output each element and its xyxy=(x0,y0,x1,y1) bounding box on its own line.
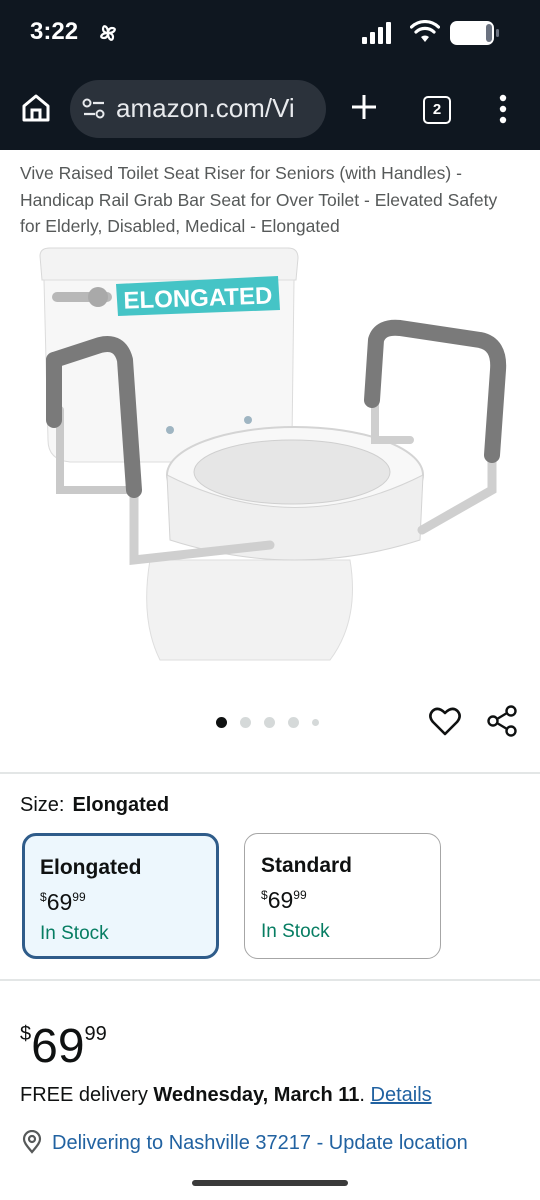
size-selected-value: Elongated xyxy=(72,794,170,816)
delivery-date: Wednesday, March 11 xyxy=(153,1084,360,1106)
size-label: Size: xyxy=(20,794,65,816)
svg-text:ELONGATED: ELONGATED xyxy=(123,282,273,314)
fan-icon xyxy=(100,25,116,41)
size-option-name: Standard xyxy=(261,854,353,877)
address-bar[interactable]: amazon.com/Vi xyxy=(70,80,326,138)
product-image[interactable]: ELONGATED xyxy=(30,240,510,670)
section-divider xyxy=(0,772,540,774)
browser-toolbar: amazon.com/Vi 2 xyxy=(0,68,540,150)
carousel-dot-4[interactable] xyxy=(288,717,299,728)
carousel-dot-2[interactable] xyxy=(240,717,251,728)
battery-icon xyxy=(450,21,499,45)
product-title[interactable]: Vive Raised Toilet Seat Riser for Senior… xyxy=(20,160,520,240)
carousel-dot-1[interactable] xyxy=(216,717,227,728)
share-icon[interactable] xyxy=(486,704,520,738)
size-option-standard[interactable]: Standard $6999 In Stock xyxy=(244,833,441,959)
new-tab-icon[interactable] xyxy=(349,92,379,122)
signal-icon xyxy=(362,22,391,44)
status-bar: 3:22 xyxy=(0,0,540,68)
size-option-stock: In Stock xyxy=(40,923,109,944)
carousel-dot-5[interactable] xyxy=(312,719,319,726)
tab-switcher-button[interactable]: 2 xyxy=(423,96,451,124)
heart-icon[interactable] xyxy=(428,705,462,739)
home-indicator[interactable] xyxy=(192,1180,348,1186)
size-selector-label: Size: Elongated xyxy=(20,794,169,817)
size-option-price: $6999 xyxy=(261,887,307,913)
home-icon[interactable] xyxy=(20,92,52,124)
delivery-info: FREE delivery Wednesday, March 11. Detai… xyxy=(20,1084,432,1106)
url-text: amazon.com/Vi xyxy=(116,93,295,123)
size-option-stock: In Stock xyxy=(261,921,330,942)
product-price: $6999 xyxy=(20,1020,107,1073)
location-pin-icon xyxy=(22,1130,42,1154)
more-menu-icon[interactable] xyxy=(497,94,509,124)
size-option-name: Elongated xyxy=(40,856,142,879)
size-option-price: $6999 xyxy=(40,889,86,915)
carousel-dot-3[interactable] xyxy=(264,717,275,728)
wifi-icon xyxy=(410,20,440,42)
status-time: 3:22 xyxy=(30,18,79,45)
delivery-details-link[interactable]: Details xyxy=(371,1084,432,1106)
site-settings-icon[interactable] xyxy=(82,98,106,120)
delivery-location-link[interactable]: Delivering to Nashville 37217 - Update l… xyxy=(20,1130,468,1155)
section-divider xyxy=(0,979,540,981)
size-option-elongated[interactable]: Elongated $6999 In Stock xyxy=(22,833,219,959)
